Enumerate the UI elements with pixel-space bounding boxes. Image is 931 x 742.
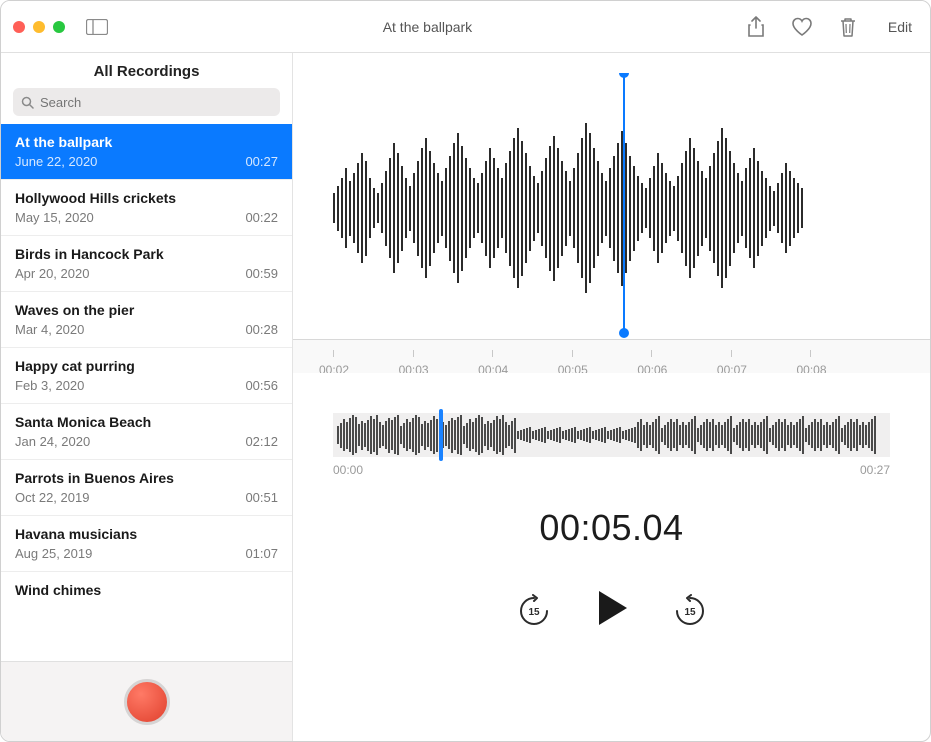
recording-date: Jan 24, 2020 <box>15 434 90 449</box>
recording-title: Santa Monica Beach <box>15 414 278 430</box>
ruler-tick-label: 00:08 <box>796 363 826 374</box>
recording-title: At the ballpark <box>15 134 278 150</box>
waveform-large[interactable]: 00:02 00:03 00:04 00:05 00:06 00:07 00:08 <box>293 73 930 373</box>
recording-meta: June 22, 2020 00:27 <box>15 154 278 169</box>
heart-icon <box>791 17 813 37</box>
recording-duration: 00:22 <box>245 210 278 225</box>
overview-end-time: 00:27 <box>860 463 890 477</box>
playhead[interactable] <box>623 73 625 333</box>
search-icon <box>21 96 34 109</box>
recording-date: June 22, 2020 <box>15 154 97 169</box>
current-time: 00:05.04 <box>293 507 930 549</box>
recording-meta: Apr 20, 2020 00:59 <box>15 266 278 281</box>
recording-item[interactable]: Parrots in Buenos Aires Oct 22, 2019 00:51 <box>1 460 292 516</box>
recording-date: May 15, 2020 <box>15 210 94 225</box>
waveform-bars <box>293 83 930 333</box>
recording-duration: 00:56 <box>245 378 278 393</box>
sidebar-icon <box>86 19 108 35</box>
skip-back-icon: 15 <box>517 594 551 628</box>
share-button[interactable] <box>744 15 768 39</box>
time-ruler: 00:02 00:03 00:04 00:05 00:06 00:07 00:08 <box>293 339 930 373</box>
window-title: At the ballpark <box>111 19 744 35</box>
sidebar-footer <box>1 661 292 741</box>
skip-forward-button[interactable]: 15 <box>673 594 707 628</box>
app-window: At the ballpark Edit <box>0 0 931 742</box>
svg-text:15: 15 <box>684 607 696 618</box>
recording-date: Oct 22, 2019 <box>15 490 89 505</box>
recording-title: Happy cat purring <box>15 358 278 374</box>
recording-duration: 00:59 <box>245 266 278 281</box>
recording-duration: 00:51 <box>245 490 278 505</box>
transport-controls: 15 15 <box>293 589 930 632</box>
body: All Recordings At the ballpark June 22, 2… <box>1 53 930 741</box>
recording-title: Wind chimes <box>15 582 278 598</box>
overview-wrap: 00:00 00:27 <box>333 413 890 477</box>
share-icon <box>747 16 765 38</box>
ruler-tick-label: 00:05 <box>558 363 588 374</box>
recording-item[interactable]: Birds in Hancock Park Apr 20, 2020 00:59 <box>1 236 292 292</box>
delete-button[interactable] <box>836 15 860 39</box>
recording-item[interactable]: Wind chimes <box>1 572 292 598</box>
search-wrap <box>1 88 292 124</box>
recording-meta: May 15, 2020 00:22 <box>15 210 278 225</box>
recording-date: Apr 20, 2020 <box>15 266 89 281</box>
sidebar: All Recordings At the ballpark June 22, 2… <box>1 53 293 741</box>
trash-icon <box>839 16 857 38</box>
recording-duration: 02:12 <box>245 434 278 449</box>
overview-playhead[interactable] <box>439 409 443 461</box>
search-field[interactable] <box>13 88 280 116</box>
recording-date: Mar 4, 2020 <box>15 322 84 337</box>
recording-meta: Mar 4, 2020 00:28 <box>15 322 278 337</box>
overview-start-time: 00:00 <box>333 463 363 477</box>
recording-meta: Aug 25, 2019 01:07 <box>15 546 278 561</box>
minimize-window-button[interactable] <box>33 21 45 33</box>
recording-date: Aug 25, 2019 <box>15 546 92 561</box>
detail-panel: 00:02 00:03 00:04 00:05 00:06 00:07 00:08 00:0… <box>293 53 930 741</box>
ruler-tick-label: 00:07 <box>717 363 747 374</box>
toolbar: At the ballpark Edit <box>1 1 930 53</box>
search-input[interactable] <box>40 95 272 110</box>
overview-times: 00:00 00:27 <box>333 463 890 477</box>
recording-item[interactable]: Hollywood Hills crickets May 15, 2020 00:2… <box>1 180 292 236</box>
recording-item[interactable]: At the ballpark June 22, 2020 00:27 <box>1 124 292 180</box>
ruler-tick-label: 00:02 <box>319 363 349 374</box>
recording-title: Havana musicians <box>15 526 278 542</box>
recording-title: Waves on the pier <box>15 302 278 318</box>
recording-item[interactable]: Havana musicians Aug 25, 2019 01:07 <box>1 516 292 572</box>
record-button[interactable] <box>124 679 170 725</box>
skip-forward-icon: 15 <box>673 594 707 628</box>
recording-title: Hollywood Hills crickets <box>15 190 278 206</box>
ruler-tick-label: 00:04 <box>478 363 508 374</box>
recording-item[interactable]: Waves on the pier Mar 4, 2020 00:28 <box>1 292 292 348</box>
recording-duration: 01:07 <box>245 546 278 561</box>
recording-item[interactable]: Happy cat purring Feb 3, 2020 00:56 <box>1 348 292 404</box>
svg-text:15: 15 <box>528 607 540 618</box>
play-icon <box>595 589 629 627</box>
toolbar-actions: Edit <box>744 15 918 39</box>
ruler-tick-label: 00:06 <box>637 363 667 374</box>
sidebar-header: All Recordings <box>1 53 292 88</box>
recording-meta: Feb 3, 2020 00:56 <box>15 378 278 393</box>
fullscreen-window-button[interactable] <box>53 21 65 33</box>
recording-duration: 00:28 <box>245 322 278 337</box>
recording-item[interactable]: Santa Monica Beach Jan 24, 2020 02:12 <box>1 404 292 460</box>
favorite-button[interactable] <box>790 15 814 39</box>
recording-title: Parrots in Buenos Aires <box>15 470 278 486</box>
skip-back-button[interactable]: 15 <box>517 594 551 628</box>
play-button[interactable] <box>595 589 629 632</box>
ruler-tick-label: 00:03 <box>399 363 429 374</box>
traffic-lights <box>13 21 65 33</box>
waveform-overview[interactable] <box>333 413 890 457</box>
close-window-button[interactable] <box>13 21 25 33</box>
edit-button[interactable]: Edit <box>882 17 918 37</box>
recording-title: Birds in Hancock Park <box>15 246 278 262</box>
recording-meta: Oct 22, 2019 00:51 <box>15 490 278 505</box>
recording-meta: Jan 24, 2020 02:12 <box>15 434 278 449</box>
recording-duration: 00:27 <box>245 154 278 169</box>
sidebar-toggle-button[interactable] <box>83 16 111 38</box>
recordings-list: At the ballpark June 22, 2020 00:27 Hollywo… <box>1 124 292 661</box>
recording-date: Feb 3, 2020 <box>15 378 84 393</box>
